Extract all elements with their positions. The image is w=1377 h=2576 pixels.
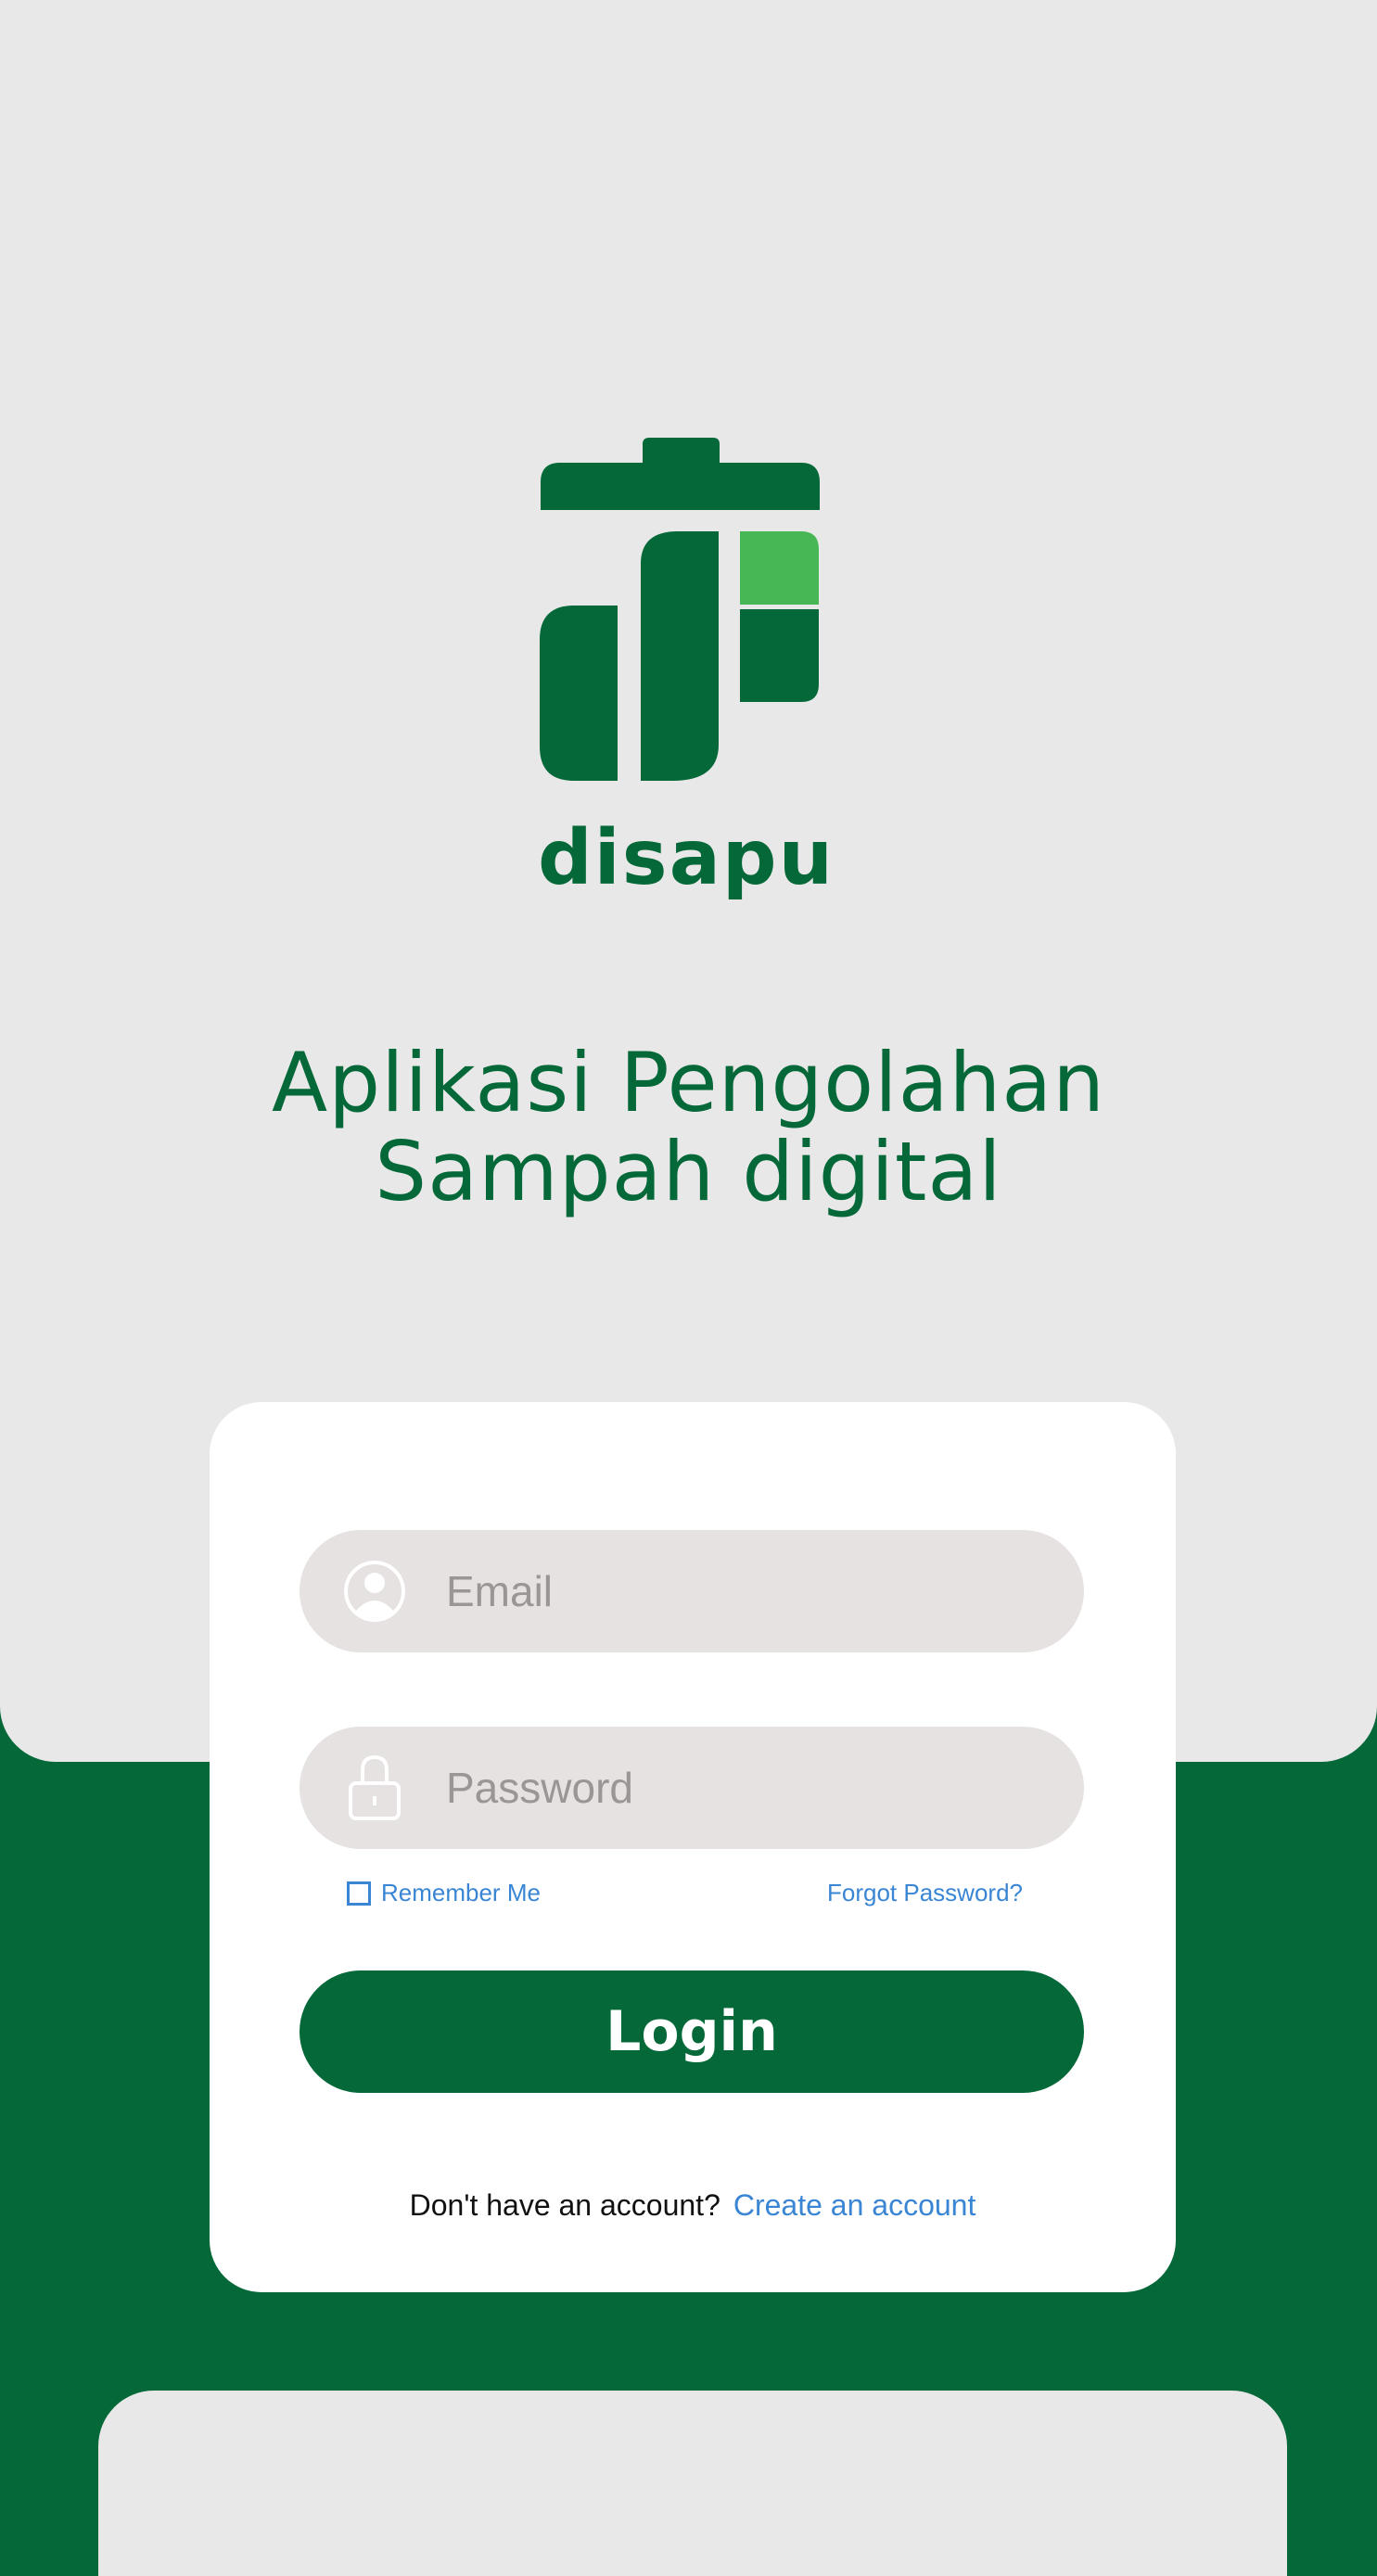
password-input[interactable] — [444, 1762, 1004, 1814]
create-account-link[interactable]: Create an account — [733, 2188, 976, 2222]
remember-me-label: Remember Me — [381, 1879, 541, 1906]
signup-prompt: Don't have an account? Create an account — [210, 2188, 1176, 2223]
login-button[interactable]: Login — [300, 1970, 1084, 2093]
password-field[interactable] — [300, 1727, 1084, 1849]
email-input[interactable] — [444, 1565, 1004, 1617]
user-circle-icon — [342, 1559, 407, 1624]
forgot-password-link[interactable]: Forgot Password? — [827, 1879, 1023, 1907]
logo-light-square — [740, 531, 819, 605]
page-title: Aplikasi Pengolahan Sampah digital — [0, 1039, 1377, 1217]
email-field[interactable] — [300, 1530, 1084, 1652]
lock-icon — [342, 1754, 407, 1820]
logo-dark-square — [740, 609, 819, 702]
logo-left-bar — [540, 606, 618, 781]
login-card: Remember Me Forgot Password? Login Don't… — [210, 1402, 1176, 2292]
logo-lid — [541, 438, 820, 510]
remember-me-checkbox[interactable] — [347, 1881, 371, 1906]
remember-me[interactable]: Remember Me — [347, 1879, 541, 1907]
title-line-1: Aplikasi Pengolahan — [272, 1035, 1105, 1130]
logo-middle-bar — [641, 531, 719, 781]
bottom-panel — [98, 2391, 1287, 2576]
svg-text:disapu: disapu — [538, 814, 835, 902]
title-line-2: Sampah digital — [375, 1124, 1002, 1219]
signup-prompt-text: Don't have an account? — [409, 2188, 720, 2222]
disapu-logo: disapu — [538, 438, 835, 902]
